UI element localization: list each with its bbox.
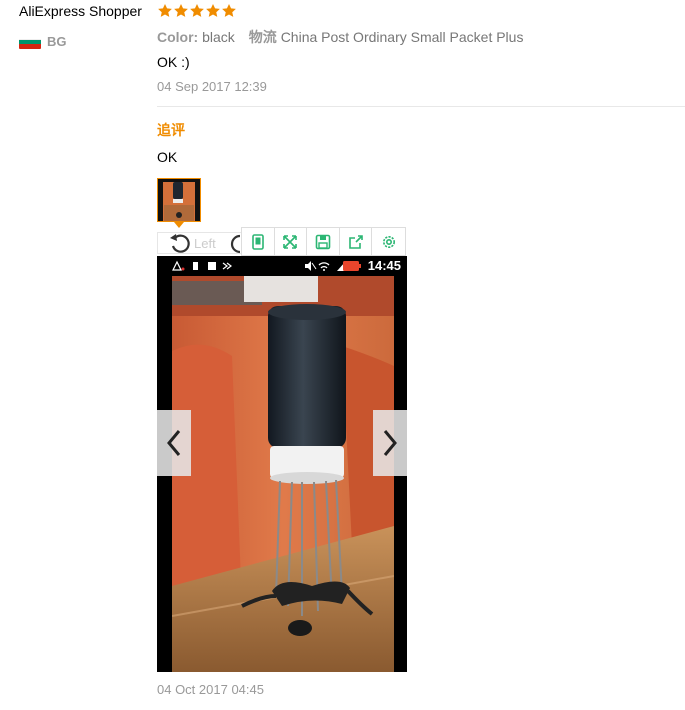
review-photo-thumbnail[interactable] <box>157 178 201 222</box>
battery-icon <box>343 261 361 271</box>
chevron-left-icon <box>167 430 181 456</box>
rotate-left-icon[interactable] <box>168 232 192 254</box>
save-icon <box>315 234 331 249</box>
toolbar-expand-button[interactable] <box>275 228 308 255</box>
reviewer-name: AliExpress Shopper <box>19 3 142 19</box>
image-viewer[interactable]: 14:45 <box>157 256 407 672</box>
star-icon <box>190 4 204 17</box>
followup-date: 04 Oct 2017 04:45 <box>157 682 264 697</box>
country-flag-icon <box>19 35 41 49</box>
color-label: Color: <box>157 29 199 45</box>
toolbar-save-button[interactable] <box>307 228 340 255</box>
star-icon <box>174 4 188 17</box>
toolbar-share-button[interactable] <box>340 228 373 255</box>
expand-icon <box>283 234 298 249</box>
star-icon <box>158 4 172 17</box>
star-icon <box>206 4 220 17</box>
status-notification-icons <box>172 260 232 271</box>
share-icon <box>348 234 363 249</box>
phone-icon <box>251 233 264 250</box>
followup-label: 追评 <box>157 123 185 139</box>
previous-image-button[interactable] <box>157 410 191 476</box>
review-date: 04 Sep 2017 12:39 <box>157 79 267 94</box>
shipping-value: China Post Ordinary Small Packet Plus <box>280 29 524 45</box>
shipping-label: 物流 <box>248 29 277 45</box>
review-photo <box>172 276 394 672</box>
status-time: 14:45 <box>367 258 401 273</box>
next-image-button[interactable] <box>373 410 407 476</box>
star-icon <box>222 4 236 17</box>
chevron-right-icon <box>383 430 397 456</box>
rating-stars <box>157 3 237 19</box>
image-toolbar <box>241 227 406 256</box>
rotate-left-label[interactable]: Left <box>194 236 216 251</box>
settings-icon <box>382 235 395 248</box>
toolbar-settings-button[interactable] <box>372 228 405 255</box>
review-attributes: Color: black 物流 China Post Ordinary Small… <box>157 27 523 47</box>
phone-status-bar: 14:45 <box>157 256 407 276</box>
thumbnail-pointer <box>174 222 184 228</box>
toolbar-phone-button[interactable] <box>242 228 275 255</box>
followup-text: OK <box>157 149 178 165</box>
rotate-right-icon[interactable] <box>228 232 242 254</box>
thumbnail-image <box>158 179 200 221</box>
country-code: BG <box>47 34 67 49</box>
divider <box>157 106 685 107</box>
color-value: black <box>202 29 235 45</box>
review-text: OK :) <box>157 54 190 70</box>
